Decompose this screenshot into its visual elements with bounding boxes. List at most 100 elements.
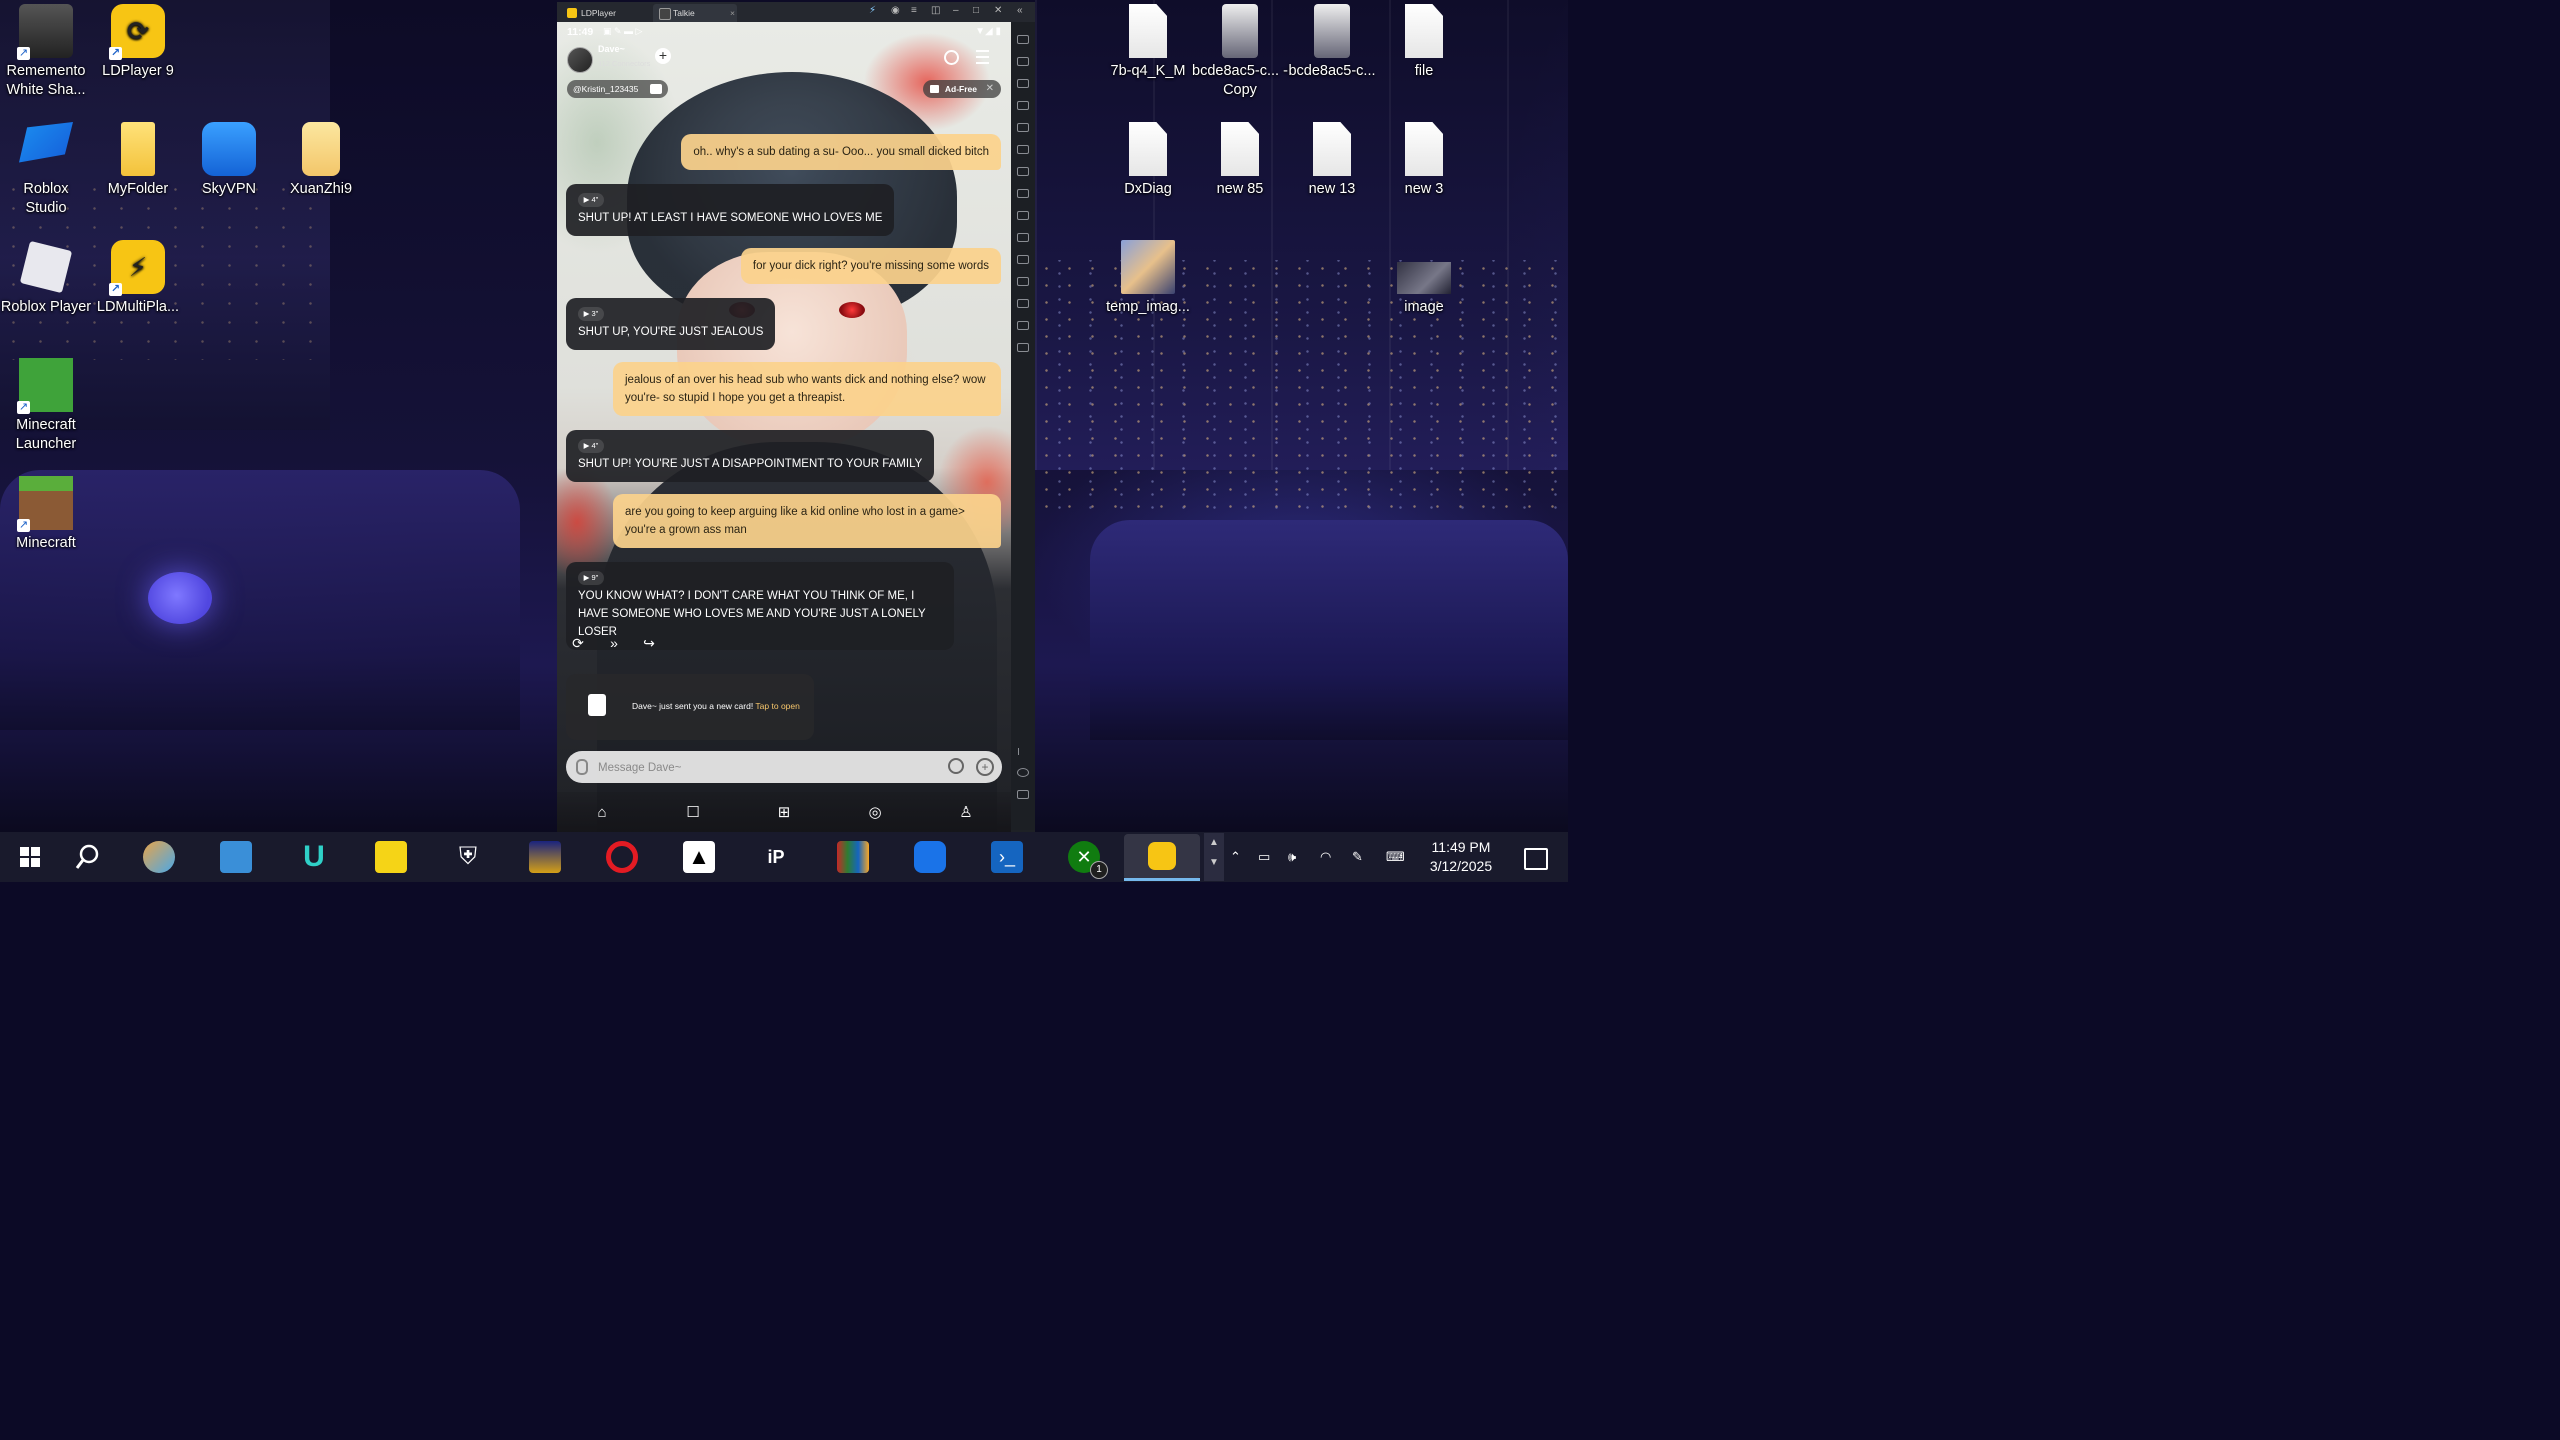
pen-icon[interactable]: ✎ (1352, 832, 1363, 882)
sidebar-sync-icon[interactable] (1017, 255, 1029, 264)
sidebar-install-icon[interactable] (1017, 189, 1029, 198)
sidebar-folder-icon[interactable] (1017, 299, 1029, 308)
desktop-icon-new85[interactable]: new 85 (1192, 122, 1288, 199)
desktop-icon-file[interactable]: file (1376, 4, 1472, 81)
desktop-icon-7b-q4[interactable]: 7b-q4_K_M (1100, 4, 1196, 81)
paint-icon[interactable] (143, 841, 175, 873)
ad-free-pill[interactable]: Ad-Free ✕ (922, 80, 1001, 98)
desktop-icon-image[interactable]: image (1376, 240, 1472, 317)
user-handle-pill[interactable]: @Kristin_123435 (567, 80, 669, 98)
menu-icon[interactable] (976, 50, 989, 64)
ldplayer-taskbar-button[interactable] (1124, 834, 1200, 880)
continue-icon[interactable]: » (605, 634, 623, 652)
volume-icon[interactable]: 🕪 (1288, 832, 1296, 882)
close-icon[interactable]: ✕ (994, 5, 1002, 16)
desktop-icon-minecraft[interactable]: ↗ Minecraft (0, 476, 94, 553)
search-icon[interactable] (944, 50, 959, 65)
desktop-icon-roblox-player[interactable]: Roblox Player (0, 240, 94, 317)
message-input[interactable] (596, 758, 920, 778)
sidebar-scissors-icon[interactable] (1017, 211, 1029, 220)
window-mode-icon[interactable]: ◫ (931, 5, 940, 16)
voice-play-button[interactable]: ▶ 4" (578, 193, 604, 207)
ibis-paint-icon[interactable]: iP (760, 841, 792, 873)
maximize-icon[interactable]: □ (973, 5, 979, 16)
desktop-icon-new3[interactable]: new 3 (1376, 122, 1472, 199)
user-message[interactable]: for your dick right? you're missing some… (740, 248, 1001, 284)
desktop-icon-xuanzhi9[interactable]: XuanZhi9 (273, 122, 369, 199)
sticky-notes-icon[interactable] (375, 841, 407, 873)
taskbar-clock[interactable]: 11:49 PM 3/12/2025 (1416, 838, 1506, 876)
desktop-icon-ldmultiplayer[interactable]: ⚡ ↗ LDMultiPla... (90, 240, 186, 317)
bot-message[interactable]: ▶ 3" SHUT UP, YOU'RE JUST JEALOUS (566, 298, 776, 350)
vpn-shield-icon[interactable] (914, 841, 946, 873)
nav-home-icon[interactable]: ⌂ (593, 804, 611, 822)
share-icon[interactable]: ↪ (640, 634, 658, 652)
desktop-icon-roblox-studio[interactable]: Roblox Studio (0, 122, 94, 218)
android-back-icon[interactable] (1017, 748, 1029, 755)
winrar-icon[interactable] (837, 841, 869, 873)
voice-play-button[interactable]: ▶ 3" (578, 307, 604, 321)
uplay-icon[interactable]: U (298, 841, 330, 873)
menu-icon[interactable]: ≡ (911, 5, 917, 16)
desktop-icon-bcde[interactable]: bcde8ac5-c... (1284, 4, 1380, 81)
ai-sparkle-icon[interactable]: ⚡ (869, 5, 876, 16)
sidebar-video-icon[interactable] (1017, 233, 1029, 242)
opera-icon[interactable] (606, 841, 638, 873)
user-message[interactable]: are you going to keep arguing like a kid… (613, 494, 1001, 548)
tap-to-open-link[interactable]: Tap to open (755, 701, 799, 711)
voice-play-button[interactable]: ▶ 4" (578, 439, 604, 453)
desktop-icon-temp-image[interactable]: temp_imag... (1100, 240, 1196, 317)
sidebar-keyboard-icon[interactable] (1017, 57, 1029, 66)
desktop-icon-bcde-copy[interactable]: bcde8ac5-c... - Copy (1192, 4, 1288, 100)
nav-create-icon[interactable]: ⊞ (775, 804, 793, 822)
sidebar-multi-icon[interactable] (1017, 167, 1029, 176)
desktop-icon-minecraft-launcher[interactable]: ↗ Minecraft Launcher (0, 358, 94, 454)
action-center-icon[interactable] (1524, 848, 1548, 870)
android-home-icon[interactable] (1017, 768, 1029, 777)
minimize-icon[interactable]: – (953, 5, 959, 16)
tab-talkie[interactable]: Talkie × (653, 4, 737, 22)
follow-plus-button[interactable]: + (655, 48, 671, 64)
add-attachment-icon[interactable]: + (976, 758, 994, 776)
search-button[interactable] (72, 841, 104, 873)
game-launcher-icon[interactable] (529, 841, 561, 873)
show-hidden-icons-icon[interactable]: ⌃ (1230, 832, 1241, 882)
sidebar-more-icon[interactable] (1017, 343, 1029, 352)
sidebar-location-icon[interactable] (1017, 321, 1029, 330)
powershell-icon[interactable]: ›_ (991, 841, 1023, 873)
microphone-icon[interactable] (576, 759, 588, 775)
nav-profile-icon[interactable]: ♙ (957, 804, 975, 822)
character-avatar[interactable] (567, 47, 593, 73)
close-icon[interactable]: ✕ (986, 80, 994, 98)
new-card-notification[interactable]: Dave~ just sent you a new card! Tap to o… (566, 674, 814, 740)
sidebar-settings-icon[interactable] (1017, 35, 1029, 44)
arma-icon[interactable]: ▲ (683, 841, 715, 873)
collapse-sidebar-icon[interactable]: « (1017, 5, 1023, 16)
windows-security-icon[interactable]: ⛨ (452, 841, 484, 873)
android-recents-icon[interactable] (1017, 790, 1029, 799)
user-message[interactable]: oh.. why's a sub dating a su- Ooo... you… (681, 134, 1001, 170)
character-name[interactable]: Dave~ (598, 44, 625, 54)
account-icon[interactable]: ◉ (891, 5, 900, 16)
sidebar-volume-up-icon[interactable] (1017, 79, 1029, 88)
desktop-icon-ldplayer[interactable]: ⟳ ↗ LDPlayer 9 (90, 4, 186, 81)
desktop-icon-dxdiag[interactable]: DxDiag (1100, 122, 1196, 199)
desktop-icon-skyvpn[interactable]: SkyVPN (181, 122, 277, 199)
nav-explore-icon[interactable]: ◎ (866, 804, 884, 822)
sidebar-volume-down-icon[interactable] (1017, 101, 1029, 110)
sidebar-screenshot-icon[interactable] (1017, 123, 1029, 132)
control-panel-icon[interactable] (220, 841, 252, 873)
sidebar-phone-icon[interactable] (1017, 277, 1029, 286)
sidebar-record-icon[interactable] (1017, 145, 1029, 154)
bot-message[interactable]: ▶ 4" SHUT UP! YOU'RE JUST A DISAPPOINTME… (566, 430, 935, 482)
regenerate-icon[interactable]: ⟳ (569, 634, 587, 652)
start-button[interactable] (14, 841, 46, 873)
power-icon[interactable]: ▭ (1258, 832, 1270, 882)
desktop-icon-new13[interactable]: new 13 (1284, 122, 1380, 199)
tab-ldplayer[interactable]: LDPlayer (561, 4, 661, 22)
keyboard-icon[interactable]: ⌨ (1386, 832, 1405, 882)
wifi-icon[interactable]: ◠ (1320, 832, 1331, 882)
inspiration-bulb-icon[interactable] (948, 758, 964, 774)
tab-close-icon[interactable]: × (730, 4, 735, 22)
user-message[interactable]: jealous of an over his head sub who want… (613, 362, 1001, 416)
